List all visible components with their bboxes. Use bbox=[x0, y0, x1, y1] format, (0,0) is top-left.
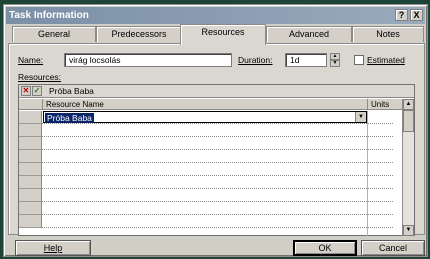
row-header[interactable] bbox=[19, 189, 42, 202]
cancel-entry-icon[interactable]: ✕ bbox=[21, 86, 31, 96]
scroll-thumb[interactable] bbox=[403, 110, 414, 132]
grid-vertical-scrollbar[interactable]: ▲ ▼ bbox=[402, 99, 414, 236]
resources-grid: ✕ ✓ Próba Baba Resource Name Units Próba… bbox=[18, 84, 415, 236]
help-icon[interactable]: ? bbox=[395, 9, 408, 21]
tab-general[interactable]: General bbox=[12, 26, 96, 42]
tab-advanced[interactable]: Advanced bbox=[266, 26, 352, 42]
duration-label: Duration: bbox=[238, 55, 273, 65]
edit-bar-value[interactable]: Próba Baba bbox=[49, 86, 94, 96]
estimated-checkbox[interactable] bbox=[354, 55, 364, 65]
grid-edit-bar: ✕ ✓ Próba Baba bbox=[19, 85, 414, 98]
row-header[interactable] bbox=[19, 215, 42, 228]
tab-notes[interactable]: Notes bbox=[352, 26, 424, 42]
close-icon[interactable]: X bbox=[410, 9, 423, 21]
row-divider bbox=[42, 123, 393, 124]
task-information-dialog: Task Information ? X General Predecessor… bbox=[3, 4, 428, 257]
row-header[interactable] bbox=[19, 150, 42, 163]
row-divider bbox=[42, 162, 393, 163]
row-header[interactable] bbox=[19, 202, 42, 215]
row-header[interactable] bbox=[19, 137, 42, 150]
row-divider bbox=[42, 149, 393, 150]
row-header[interactable] bbox=[19, 176, 42, 189]
duration-spin-up-icon[interactable]: ▲ bbox=[330, 53, 340, 60]
row-divider bbox=[42, 175, 393, 176]
row-header[interactable] bbox=[19, 163, 42, 176]
accept-entry-icon[interactable]: ✓ bbox=[32, 86, 42, 96]
ok-button[interactable]: OK bbox=[293, 240, 357, 256]
help-button[interactable]: Help bbox=[15, 240, 91, 256]
resources-label: Resources: bbox=[18, 72, 61, 82]
grid-corner bbox=[19, 99, 43, 110]
duration-spin-down-icon[interactable]: ▼ bbox=[330, 60, 340, 67]
cancel-button[interactable]: Cancel bbox=[361, 240, 425, 256]
scroll-up-icon[interactable]: ▲ bbox=[403, 99, 414, 110]
row-divider bbox=[42, 188, 393, 189]
column-header-units[interactable]: Units bbox=[368, 99, 403, 110]
duration-field[interactable]: 1d bbox=[285, 53, 327, 67]
column-header-resource-name[interactable]: Resource Name bbox=[43, 99, 368, 110]
title-bar: Task Information ? X bbox=[6, 7, 425, 24]
row-header[interactable] bbox=[19, 124, 42, 137]
row-header[interactable] bbox=[19, 111, 42, 124]
column-divider bbox=[367, 111, 368, 236]
tab-predecessors[interactable]: Predecessors bbox=[96, 26, 182, 42]
name-field[interactable]: virág locsolás bbox=[64, 53, 232, 67]
resource-name-cell-editor[interactable]: Próba Baba ▼ bbox=[43, 111, 367, 123]
row-divider bbox=[42, 136, 393, 137]
chevron-down-icon[interactable]: ▼ bbox=[355, 112, 366, 122]
estimated-label: Estimated bbox=[367, 55, 405, 65]
tab-resources[interactable]: Resources bbox=[180, 24, 266, 45]
resource-name-selected-text[interactable]: Próba Baba bbox=[45, 113, 94, 123]
row-divider bbox=[42, 227, 393, 228]
name-label: Name: bbox=[18, 55, 44, 65]
row-divider bbox=[42, 214, 393, 215]
row-divider bbox=[42, 201, 393, 202]
scroll-down-icon[interactable]: ▼ bbox=[403, 225, 414, 236]
dialog-title: Task Information bbox=[9, 10, 89, 21]
